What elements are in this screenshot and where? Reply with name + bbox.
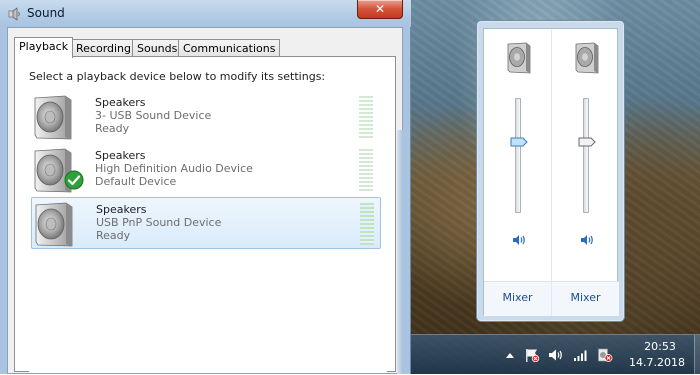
device-status: Ready	[95, 122, 130, 135]
device-description: High Definition Audio Device	[95, 162, 253, 175]
device-description: 3- USB Sound Device	[95, 109, 212, 122]
device-status: Default Device	[95, 175, 177, 188]
tab-recording[interactable]: Recording	[71, 39, 137, 57]
device-name: Speakers	[95, 96, 146, 109]
playback-panel: Select a playback device below to modify…	[14, 56, 396, 373]
action-center-flag-icon[interactable]	[524, 348, 540, 362]
level-meter	[360, 203, 374, 245]
speaker-icon	[507, 42, 531, 74]
close-button[interactable]: ✕	[357, 0, 403, 19]
default-check-icon	[64, 170, 84, 190]
speaker-icon	[575, 42, 599, 74]
volume-slider-thumb[interactable]	[510, 137, 528, 147]
device-item-selected[interactable]: Speakers USB PnP Sound Device Ready	[31, 197, 381, 249]
title-bar[interactable]: Sound ✕	[0, 0, 411, 27]
dialog-body: Playback Recording Sounds Communications…	[7, 27, 403, 374]
speaker-volume-icon[interactable]	[580, 234, 594, 246]
level-meter	[359, 96, 373, 138]
device-description: USB PnP Sound Device	[96, 216, 222, 229]
mixer-link[interactable]: Mixer	[552, 291, 619, 304]
volume-icon[interactable]	[548, 348, 564, 362]
window-title: Sound	[27, 6, 65, 20]
speaker-disabled-icon[interactable]	[597, 348, 613, 362]
window-edge	[397, 130, 403, 374]
speaker-volume-icon[interactable]	[512, 234, 526, 246]
mixer-panel: Mixer Mixer	[483, 28, 619, 316]
device-name: Speakers	[95, 149, 146, 162]
sound-app-icon	[8, 7, 20, 21]
network-signal-icon[interactable]	[573, 348, 589, 362]
speaker-icon	[35, 202, 73, 247]
volume-slider-track[interactable]	[583, 98, 589, 213]
speaker-icon	[34, 95, 72, 140]
device-item[interactable]: Speakers High Definition Audio Device De…	[31, 144, 381, 196]
taskbar: 20:53 14.7.2018	[411, 334, 700, 375]
mixer-channel: Mixer	[484, 29, 551, 316]
mixer-link[interactable]: Mixer	[484, 291, 551, 304]
show-desktop-button[interactable]	[694, 335, 700, 375]
mixer-channel: Mixer	[552, 29, 619, 316]
level-meter	[359, 149, 373, 191]
instruction-text: Select a playback device below to modify…	[29, 70, 326, 83]
device-name: Speakers	[96, 203, 147, 216]
tab-playback[interactable]: Playback	[14, 37, 74, 58]
clock-date[interactable]: 14.7.2018	[623, 356, 691, 369]
device-item[interactable]: Speakers 3- USB Sound Device Ready	[31, 91, 381, 143]
sound-dialog: Sound ✕ Playback Recording Sounds Commun…	[0, 0, 411, 374]
show-hidden-icons-chevron[interactable]	[505, 348, 515, 362]
volume-mixer-flyout: Mixer Mixer	[476, 20, 625, 322]
clock-time[interactable]: 20:53	[634, 340, 686, 353]
volume-slider-thumb[interactable]	[578, 137, 596, 147]
volume-slider-track[interactable]	[515, 98, 521, 213]
tab-communications[interactable]: Communications	[178, 39, 281, 57]
device-status: Ready	[96, 229, 131, 242]
tab-sounds[interactable]: Sounds	[132, 39, 183, 57]
device-list[interactable]: Speakers 3- USB Sound Device Ready Speak…	[29, 91, 387, 373]
